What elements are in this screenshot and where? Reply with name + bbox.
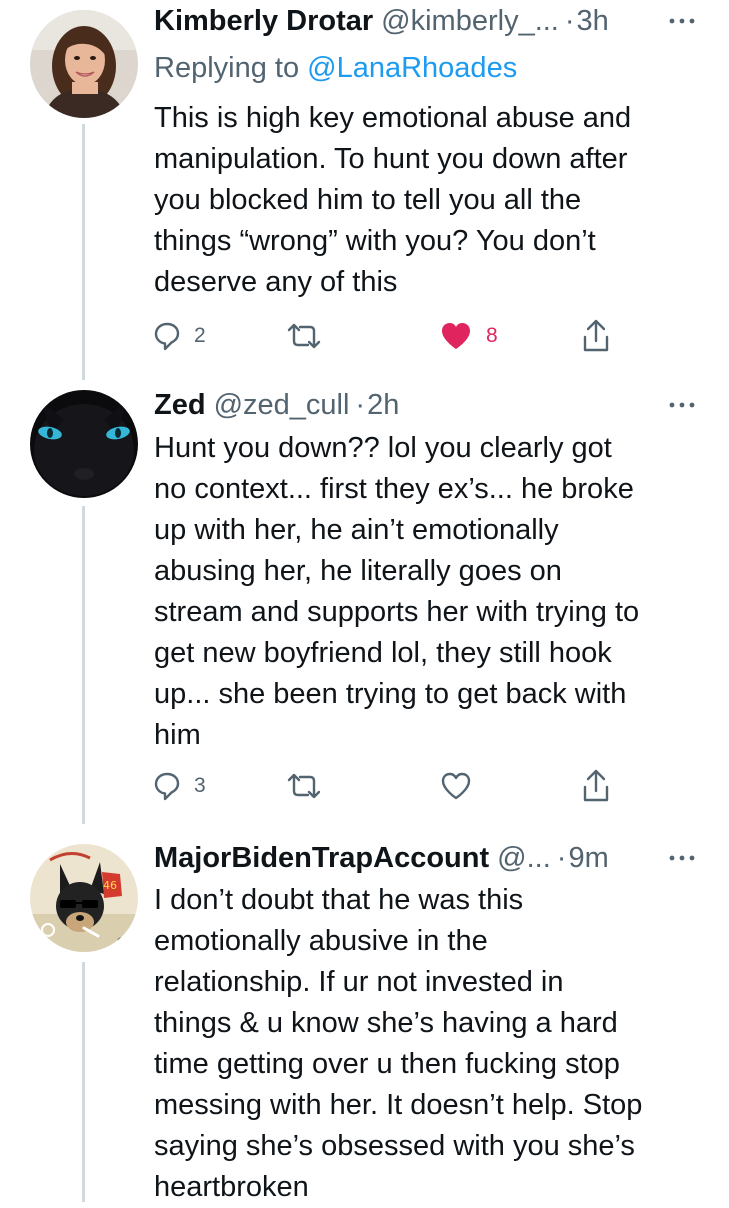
share-button[interactable] bbox=[582, 766, 610, 806]
reply-icon bbox=[154, 322, 180, 351]
timestamp[interactable]: 9m bbox=[568, 840, 608, 876]
replying-to: Replying to @LanaRhoades bbox=[154, 50, 517, 86]
retweet-button[interactable] bbox=[286, 316, 336, 356]
tweet-text: This is high key emotional abuse and man… bbox=[154, 102, 632, 298]
tweet-text: Hunt you down?? lol you clearly got no c… bbox=[154, 432, 640, 751]
thread-line bbox=[82, 962, 85, 1202]
heart-outline-icon bbox=[441, 772, 471, 800]
like-button[interactable] bbox=[440, 766, 486, 806]
separator-dot: · bbox=[564, 5, 575, 37]
tweet-text: I don’t doubt that he was this emotional… bbox=[154, 884, 643, 1203]
reply-count: 3 bbox=[194, 774, 206, 797]
tweet-header: Kimberly Drotar @kimberly_... · 3h bbox=[154, 3, 699, 39]
timestamp[interactable]: 2h bbox=[367, 387, 399, 423]
retweet-button[interactable] bbox=[286, 766, 336, 806]
tweet-header: MajorBidenTrapAccount @... · 9m bbox=[154, 840, 699, 876]
avatar-badge: 46 bbox=[103, 879, 117, 892]
avatar[interactable] bbox=[30, 390, 138, 498]
retweet-icon bbox=[287, 323, 321, 349]
more-options-icon[interactable] bbox=[667, 850, 697, 866]
avatar[interactable]: 46 bbox=[30, 844, 138, 952]
reply-icon bbox=[154, 772, 180, 801]
author-name[interactable]: Zed bbox=[154, 387, 206, 423]
author-handle[interactable]: @kimberly_... bbox=[381, 3, 559, 39]
share-icon bbox=[583, 319, 609, 352]
more-options-icon[interactable] bbox=[667, 397, 697, 413]
action-bar: 2 8 bbox=[154, 316, 624, 356]
author-handle[interactable]: @zed_cull bbox=[214, 387, 350, 423]
black-panther-eyes-avatar-icon bbox=[30, 390, 138, 498]
author-name[interactable]: Kimberly Drotar bbox=[154, 3, 373, 39]
woman-portrait-avatar-icon bbox=[30, 10, 138, 118]
action-bar: 3 bbox=[154, 766, 624, 806]
avatar[interactable] bbox=[30, 10, 138, 118]
author-handle[interactable]: @... bbox=[497, 840, 551, 876]
more-options-icon[interactable] bbox=[667, 13, 697, 29]
like-count: 8 bbox=[486, 324, 498, 347]
thread-line bbox=[82, 506, 85, 824]
separator-dot: · bbox=[556, 842, 567, 874]
tweet-header: Zed @zed_cull · 2h bbox=[154, 387, 699, 423]
author-name[interactable]: MajorBidenTrapAccount bbox=[154, 840, 489, 876]
share-icon bbox=[583, 769, 609, 802]
retweet-icon bbox=[287, 773, 321, 799]
replying-to-mention[interactable]: @LanaRhoades bbox=[307, 52, 517, 84]
reply-button[interactable]: 2 bbox=[154, 316, 206, 356]
reply-button[interactable]: 3 bbox=[154, 766, 206, 806]
share-button[interactable] bbox=[582, 316, 610, 356]
separator-dot: · bbox=[355, 389, 366, 421]
heart-filled-icon bbox=[442, 323, 470, 349]
thread-line bbox=[82, 124, 85, 380]
dog-with-sunglasses-avatar-icon: 46 bbox=[30, 844, 138, 952]
reply-count: 2 bbox=[194, 324, 206, 347]
replying-to-label: Replying to bbox=[154, 52, 300, 84]
like-button[interactable]: 8 bbox=[440, 316, 498, 356]
timestamp[interactable]: 3h bbox=[577, 3, 609, 39]
